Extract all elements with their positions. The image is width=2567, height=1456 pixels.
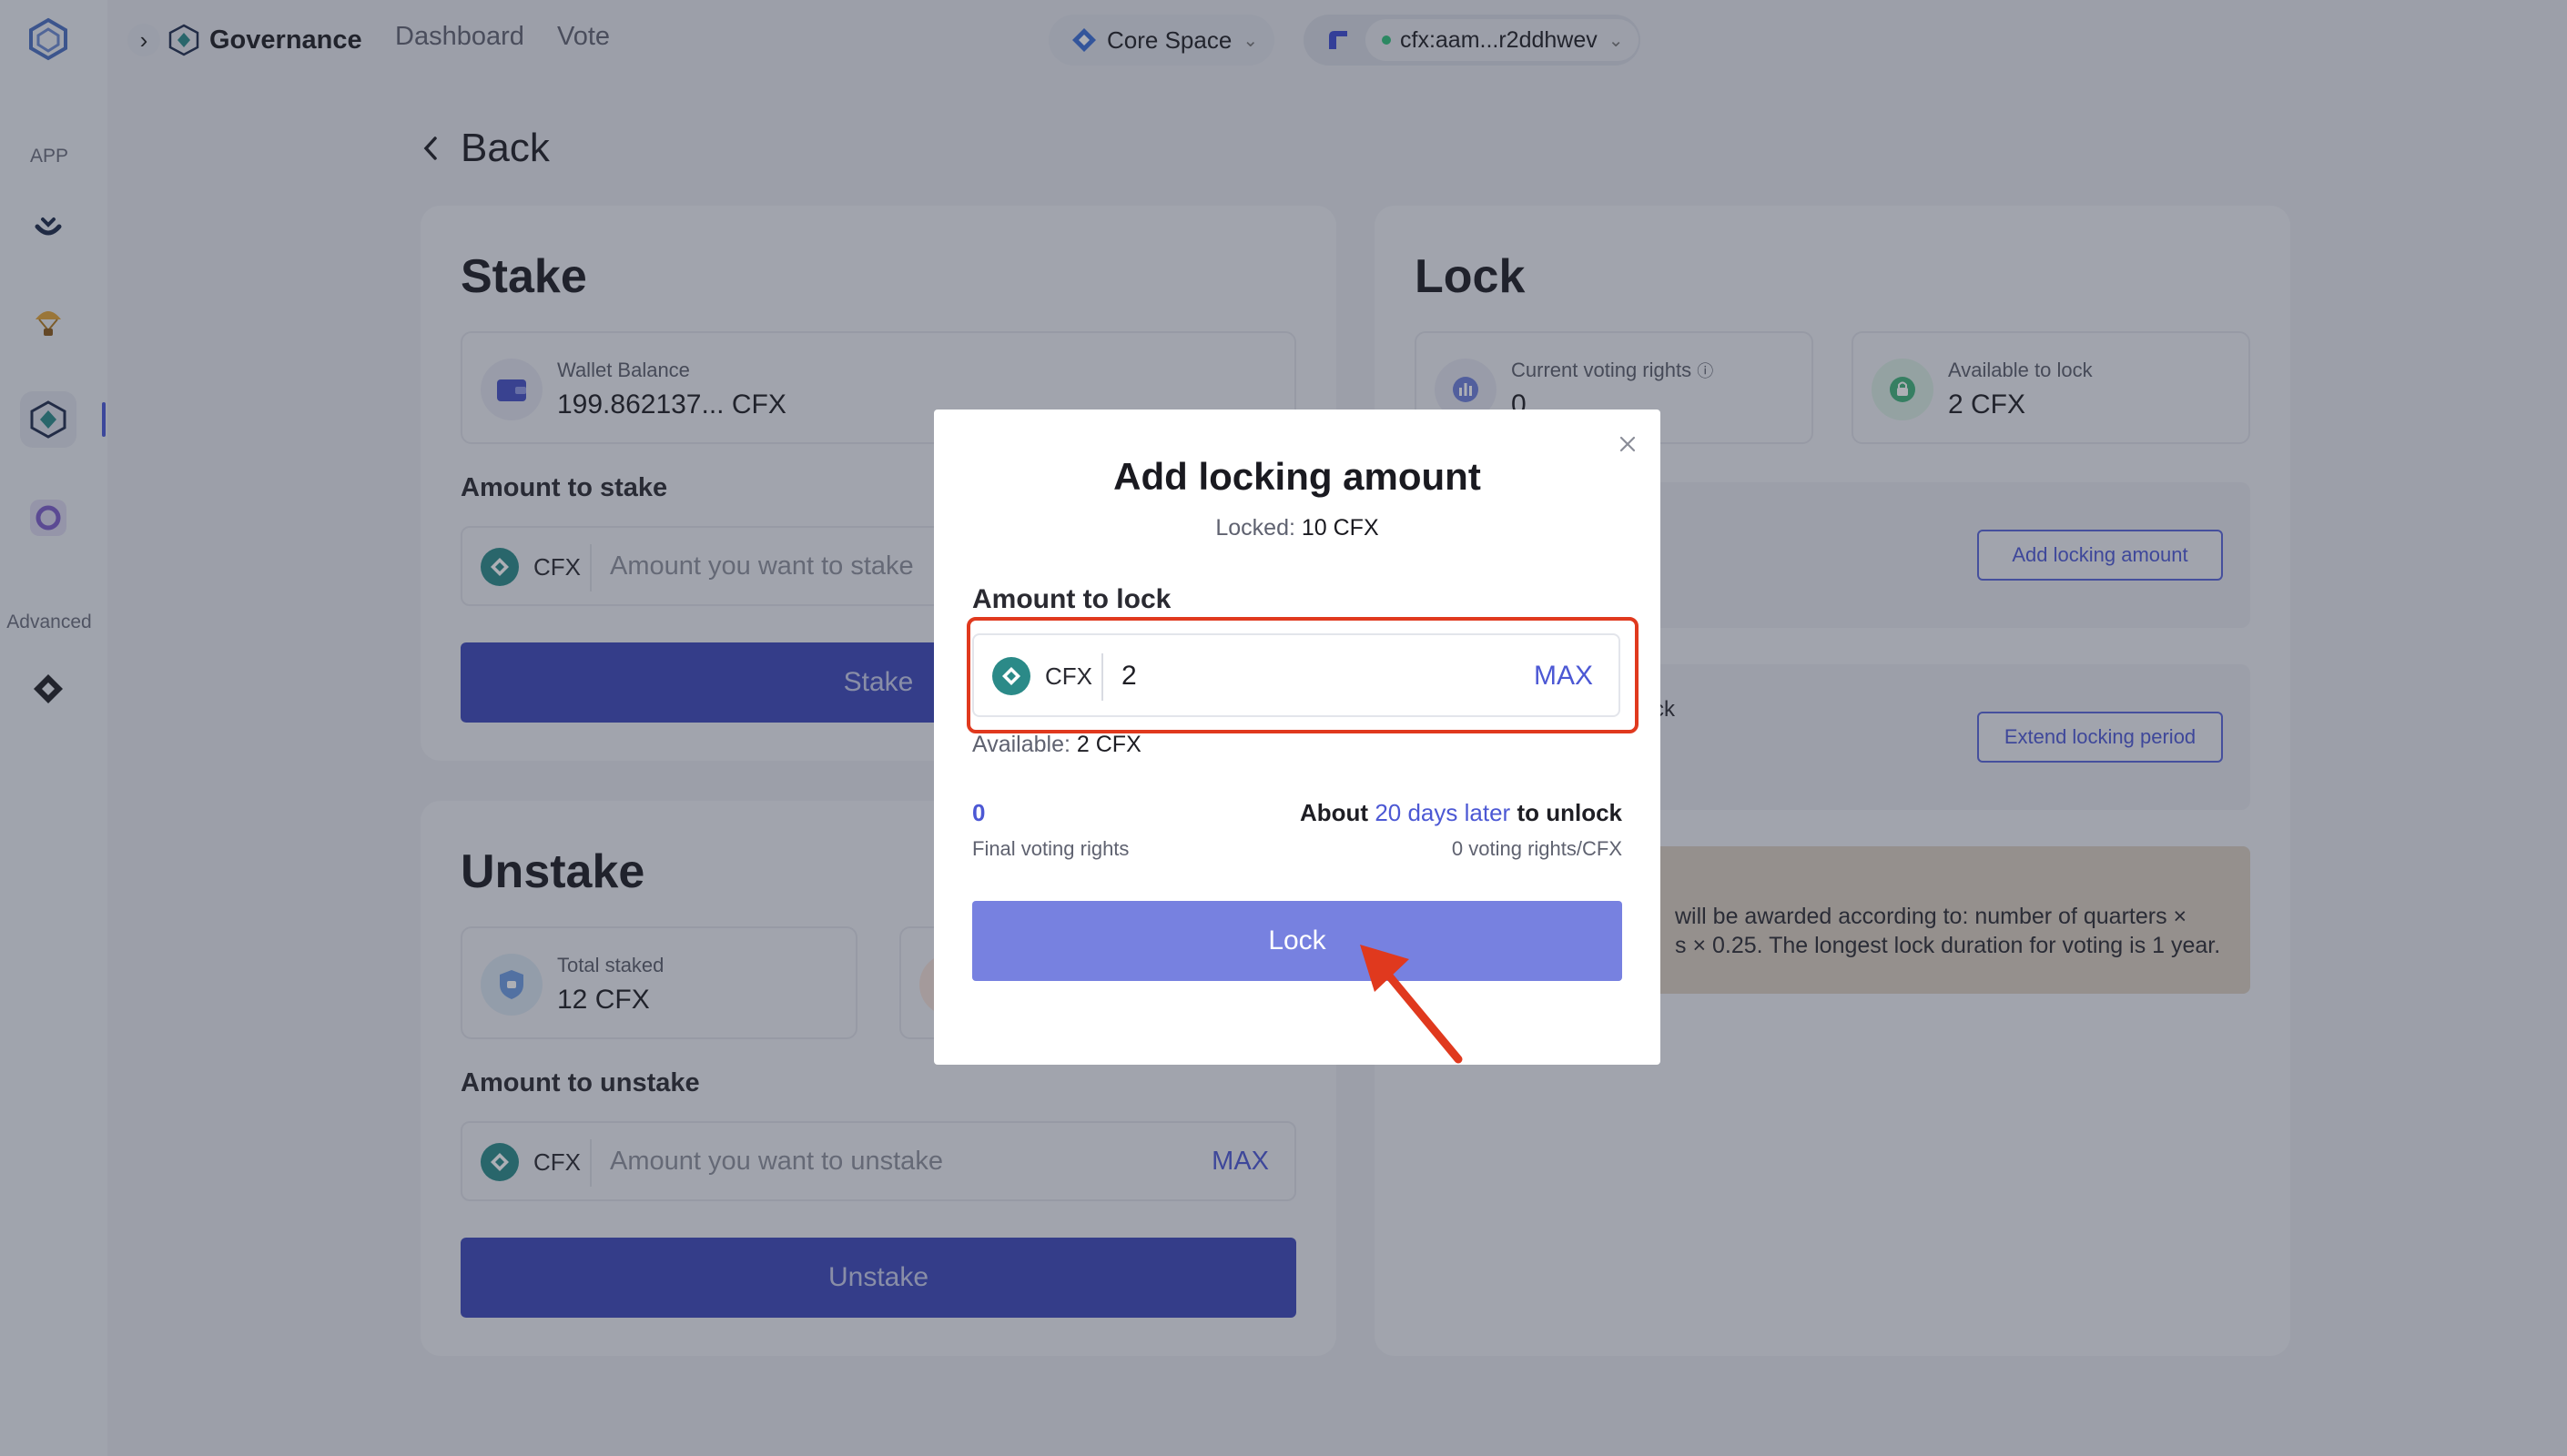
unlock-suffix: to unlock [1517, 799, 1622, 826]
lock-button[interactable]: Lock [972, 901, 1622, 981]
final-voting-rights-label: Final voting rights [972, 837, 1130, 860]
lock-amount-value[interactable]: 2 [1121, 661, 1137, 692]
final-voting-rights-value: 0 [972, 799, 986, 826]
amount-to-lock-label: Amount to lock [972, 584, 1172, 614]
lock-amount-input[interactable]: CFX 2 MAX [972, 633, 1620, 717]
pointer-arrow-icon [1360, 945, 1463, 1064]
locked-amount: Locked: 10 CFX [934, 515, 1660, 541]
lock-max-button[interactable]: MAX [1534, 661, 1593, 692]
page: APP Advanced › Governance Dashboard Vote… [0, 0, 2567, 1456]
available-value: 2 CFX [1076, 732, 1141, 757]
voting-rate: 0 voting rights/CFX [1451, 837, 1622, 860]
available-amount: Available: 2 CFX [972, 732, 1141, 758]
unlock-estimate: About 20 days later to unlock [1300, 799, 1622, 827]
divider [1101, 653, 1103, 701]
available-label: Available: [972, 732, 1070, 757]
unlock-prefix: About [1300, 799, 1369, 826]
locked-label: Locked: [1215, 515, 1295, 541]
unlock-duration: 20 days later [1375, 799, 1511, 826]
locked-value: 10 CFX [1301, 515, 1379, 541]
coin-label: CFX [1045, 662, 1092, 690]
modal-title: Add locking amount [1113, 455, 1481, 498]
cfx-coin-icon [992, 657, 1030, 695]
add-locking-amount-modal: Add locking amount Locked: 10 CFX Amount… [934, 410, 1660, 1065]
